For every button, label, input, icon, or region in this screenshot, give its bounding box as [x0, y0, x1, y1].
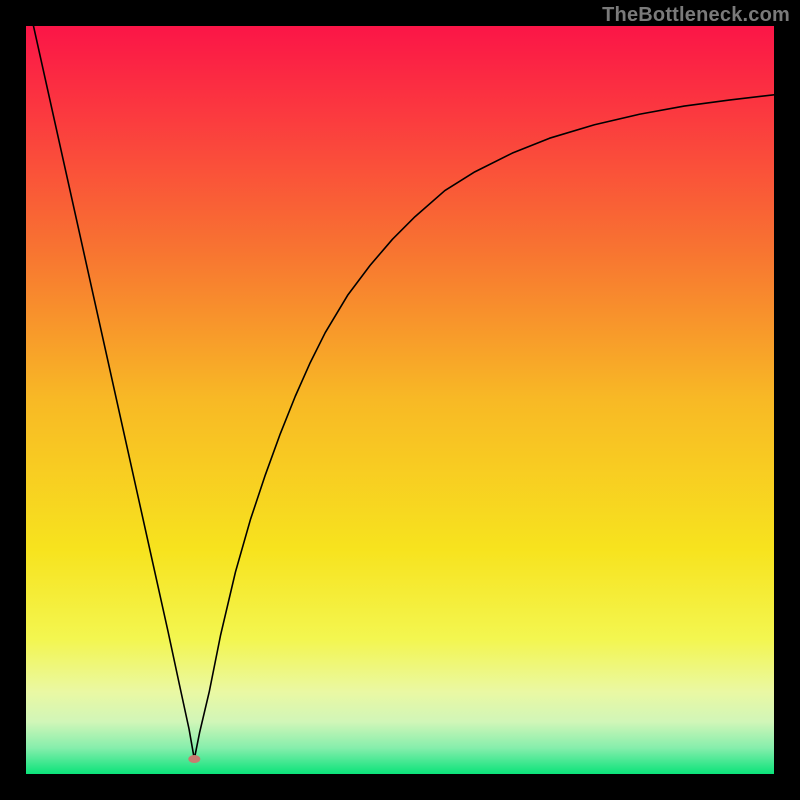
gradient-background: [26, 26, 774, 774]
bottleneck-curve-plot: [26, 26, 774, 774]
watermark-text: TheBottleneck.com: [602, 4, 790, 27]
chart-frame: [26, 26, 774, 774]
optimal-point-marker: [188, 755, 200, 763]
